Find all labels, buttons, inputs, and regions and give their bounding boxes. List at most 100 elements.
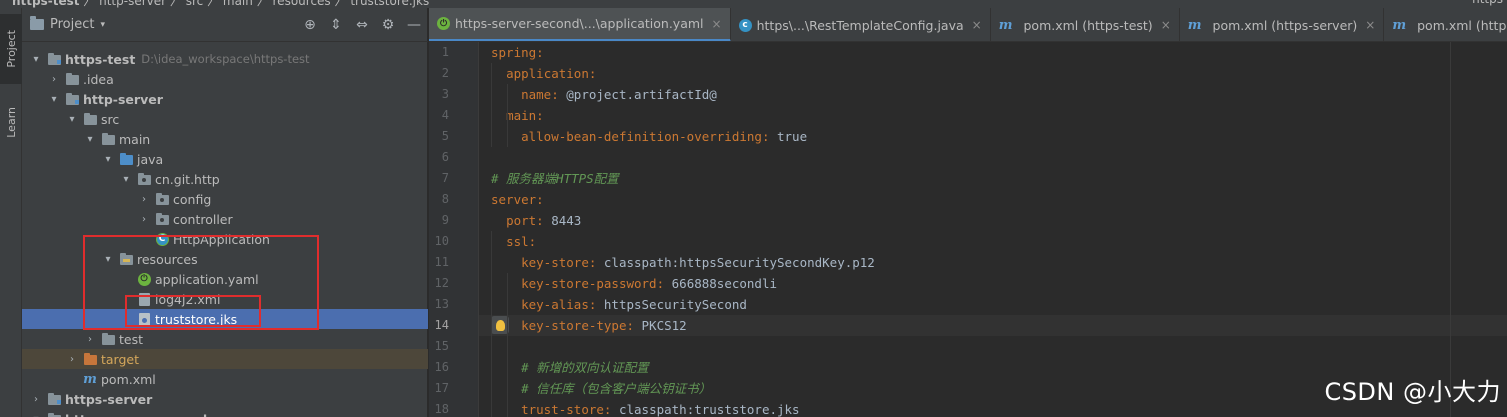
code-line: key-store: classpath:httpsSecuritySecond… [479,252,1507,273]
excluded-folder-icon [82,351,98,367]
package-icon [154,191,170,207]
tree-item[interactable]: ▾ cn.git.http [22,169,428,189]
project-view-title[interactable]: Project [50,17,94,32]
tree-item-label: config [173,191,212,207]
yaml-separator: : [626,318,642,333]
breadcrumb-item[interactable]: truststore.jks [350,0,429,8]
chevron-right-icon[interactable]: › [138,194,150,205]
learn-tool-window-tab[interactable]: Learn [0,92,22,152]
tree-item[interactable]: ▾ http-server [22,89,428,109]
yaml-separator: : [588,255,604,270]
chevron-down-icon[interactable]: ▾ [48,94,60,105]
gear-icon[interactable]: ⚙ [380,17,396,33]
tree-item-label: main [119,131,151,147]
run-config-label[interactable]: https [1472,0,1503,6]
tree-item-label: http-server [83,91,163,107]
tree-item[interactable]: m pom.xml [22,369,428,389]
line-number: 1 [441,45,449,59]
line-number: 16 [434,360,449,374]
line-number: 8 [441,192,449,206]
breadcrumb-item[interactable]: src [186,0,204,8]
chevron-down-icon[interactable]: ▾ [84,134,96,145]
editor-tab[interactable]: c https\...\RestTemplateConfig.java × [731,8,991,41]
hide-panel-icon[interactable]: — [406,17,422,33]
tree-item[interactable]: ▾ https-server-second [22,409,428,417]
project-panel-toolbar: ⊕ ⇕ ⇔ ⚙ — [302,17,422,33]
editor-tab[interactable]: ⏻ https-server-second\...\application.yam… [429,8,731,41]
project-tool-window-tab[interactable]: Project [0,14,22,84]
close-icon[interactable]: × [1365,18,1375,32]
line-number: 12 [434,276,449,290]
expand-all-icon[interactable]: ⇕ [328,17,344,33]
tree-item[interactable]: ▾ java [22,149,428,169]
chevron-down-icon[interactable]: ▾ [66,114,78,125]
indent-guide [507,273,508,417]
tree-item[interactable]: › target [22,349,428,369]
chevron-down-icon[interactable]: ▾ [102,254,114,265]
tree-item-label: pom.xml [101,371,156,387]
chevron-down-icon[interactable]: ▾ [30,54,42,65]
indent-guide [491,231,492,417]
breadcrumb: https-test 〉 http-server 〉 src 〉 main 〉 … [12,0,429,8]
chevron-down-icon[interactable]: ▾ [102,154,114,165]
breadcrumb-item[interactable]: http-server [99,0,166,8]
spring-config-icon: ⏻ [136,271,152,287]
locate-icon[interactable]: ⊕ [302,17,318,33]
yaml-separator: : [536,108,544,123]
tree-item-label: https-server-second [65,412,207,417]
tree-item[interactable]: ▾ resources [22,249,428,269]
tree-item[interactable]: › config [22,189,428,209]
yaml-key: name [521,87,552,102]
yaml-separator: : [588,66,597,81]
chevron-right-icon[interactable]: › [48,74,60,85]
breadcrumb-item[interactable]: main [223,0,253,8]
chevron-right-icon[interactable]: › [30,394,42,405]
chevron-down-icon[interactable]: ▾ [120,174,132,185]
tree-item-label: src [101,111,120,127]
maven-pom-icon: m [1392,18,1407,33]
collapse-all-icon[interactable]: ⇔ [354,17,370,33]
tree-item[interactable]: C HttpApplication [22,229,428,249]
chevron-right-icon[interactable]: › [84,334,96,345]
close-icon[interactable]: × [1161,18,1171,32]
tree-item[interactable]: ▾ https-test D:\idea_workspace\https-test [22,49,428,69]
line-number: 17 [434,381,449,395]
tree-item[interactable]: ⏻ application.yaml [22,269,428,289]
folder-icon [100,331,116,347]
editor-tab-label: https-server-second\...\application.yaml [455,16,704,31]
editor-tab[interactable]: m pom.xml (https-test) × [991,8,1180,41]
project-folder-icon [30,16,44,30]
line-number-gutter: 1 2 3 4 5 6 7 8 9 10 11 12 13 14 15 16 17 18 [429,42,479,417]
yaml-separator: : [551,87,567,102]
chevron-right-icon[interactable]: › [138,214,150,225]
code-editor[interactable]: spring: application: name: @project.arti… [479,42,1507,417]
close-icon[interactable]: × [972,18,982,32]
tree-item[interactable]: › .idea [22,69,428,89]
tree-item-label: https-test [65,51,136,67]
package-icon [154,211,170,227]
chevron-down-icon[interactable]: ▾ [100,20,105,30]
chevron-right-icon[interactable]: › [66,354,78,365]
tree-item[interactable]: log4j2.xml [22,289,428,309]
yaml-separator: : [603,402,619,417]
editor-tab[interactable]: m pom.xml (https-server) × [1180,8,1385,41]
yaml-key: main [506,108,537,123]
yaml-separator: : [536,213,552,228]
tree-item[interactable]: › test [22,329,428,349]
spring-boot-class-icon: C [154,231,170,247]
close-icon[interactable]: × [712,17,722,31]
breadcrumb-item[interactable]: https-test [12,0,79,8]
tree-item[interactable]: ▾ src [22,109,428,129]
yaml-value: 666888secondli [671,276,777,291]
tree-item[interactable]: › https-server [22,389,428,409]
tree-item[interactable]: truststore.jks [22,309,428,329]
tree-item[interactable]: › controller [22,209,428,229]
chevron-down-icon[interactable]: ▾ [30,414,42,417]
editor-tab[interactable]: m pom.xml (https-server-second) [1384,8,1507,41]
breadcrumb-item[interactable]: resources [273,0,331,8]
tree-item[interactable]: ▾ main [22,129,428,149]
tree-item-label: application.yaml [155,271,259,287]
tree-item-label: java [137,151,164,167]
